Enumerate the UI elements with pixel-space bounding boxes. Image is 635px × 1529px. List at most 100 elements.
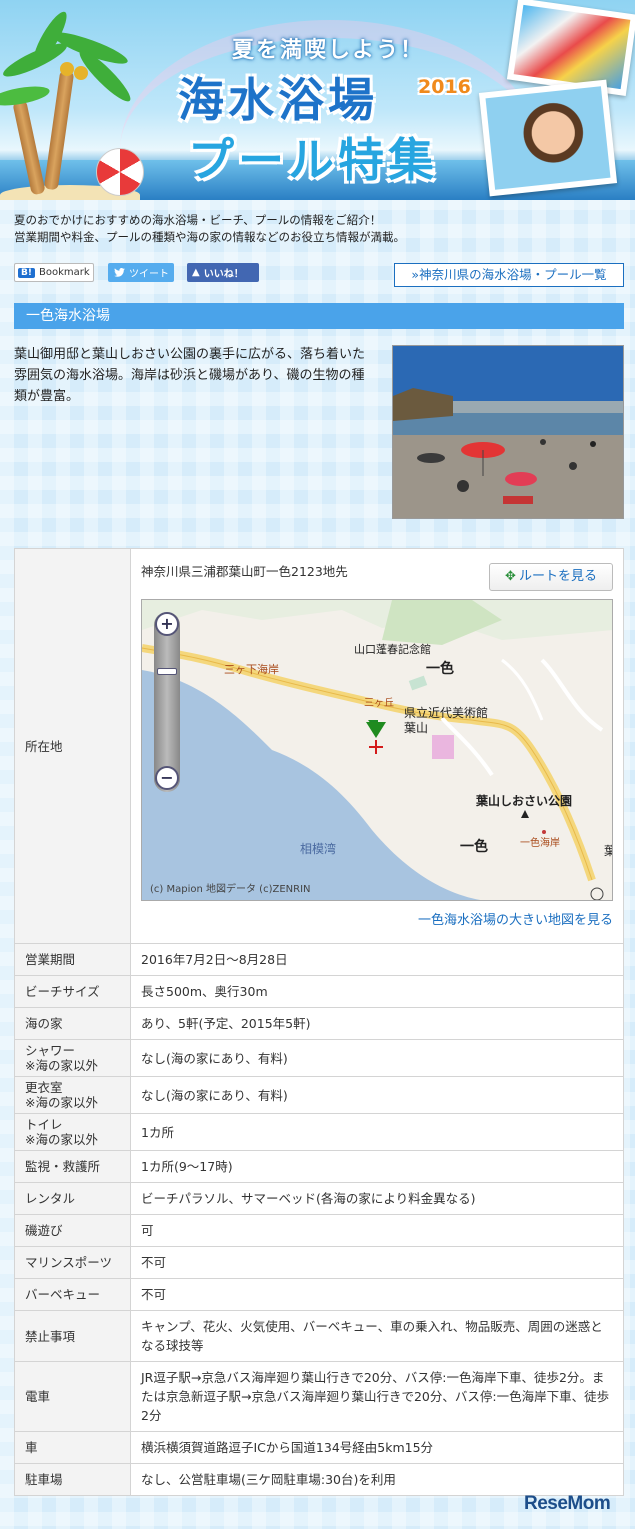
row-value: なし(海の家にあり、有料) [130, 1076, 624, 1114]
table-row: ビーチサイズ 長さ500m、奥行30m [14, 975, 624, 1008]
row-label: 監視・救護所 [14, 1150, 131, 1183]
hatena-icon: B! [18, 267, 35, 278]
row-value: JR逗子駅→京急バス海岸廻り葉山行きで20分、バス停:一色海岸下車、徒歩2分。ま… [130, 1361, 624, 1432]
map-label-isshiki-coast: 一色海岸 [520, 838, 560, 849]
banner-subtitle: 夏を満喫しよう！ [232, 38, 425, 63]
row-value: ビーチパラソル、サマーベッド(各海の家により料金異なる) [130, 1182, 624, 1215]
row-value: 長さ500m、奥行30m [130, 975, 624, 1008]
table-row: 営業期間 2016年7月2日～8月28日 [14, 943, 624, 976]
map-label-isshiki: 一色 [426, 661, 454, 677]
zoom-out-button[interactable]: − [155, 766, 179, 790]
row-label: 海の家 [14, 1007, 131, 1040]
intro-line: 夏のおでかけにおすすめの海水浴場・ビーチ、プールの情報をご紹介！ [14, 213, 382, 227]
beach-photo [392, 345, 624, 519]
facebook-like-button[interactable]: ▲ いいね！ [187, 263, 259, 282]
row-label: 所在地 [14, 548, 131, 944]
table-row: 車 横浜横須賀道路逗子ICから国道134号経由5km15分 [14, 1431, 624, 1464]
zoom-handle[interactable] [157, 668, 177, 675]
row-label: マリンスポーツ [14, 1246, 131, 1279]
like-label: いいね！ [203, 269, 244, 280]
table-row-address: 所在地 神奈川県三浦郡葉山町一色2123地先 ✥ ルートを見る + − 山口蓬春… [14, 548, 624, 944]
row-label: バーベキュー [14, 1278, 131, 1311]
banner-year: 2016 [418, 76, 471, 98]
tweet-label: ツイート [129, 269, 169, 280]
intro-line: 営業期間や料金、プールの種類や海の家の情報などのお役立ち情報が満載。 [14, 230, 405, 244]
row-value: キャンプ、花火、火気使用、バーベキュー、車の乗入れ、物品販売、周囲の迷惑となる球… [130, 1310, 624, 1362]
row-label: 車 [14, 1431, 131, 1464]
row-value: なし、公営駐車場(三ケ岡駐車場:30台)を利用 [130, 1463, 624, 1496]
row-label-text: トイレ [25, 1117, 63, 1132]
table-row: 磯遊び 可 [14, 1214, 624, 1247]
banner-title-line2: プール特集 [188, 133, 438, 187]
route-icon: ✥ [505, 569, 516, 584]
row-label-text: マリンスポーツ [25, 1255, 113, 1270]
banner-title-line1: 海水浴場 [178, 73, 378, 127]
row-value: 横浜横須賀道路逗子ICから国道134号経由5km15分 [130, 1431, 624, 1464]
beach-description: 葉山御用邸と葉山しおさい公園の裏手に広がる、落ち着いた雰囲気の海水浴場。海岸は砂… [14, 347, 366, 404]
row-label-text: 電車 [25, 1389, 51, 1404]
section-title: 一色海水浴場 [14, 303, 624, 329]
map-copyright: (c) Mapion 地図データ (c)ZENRIN [150, 884, 311, 895]
row-label: ビーチサイズ [14, 975, 131, 1008]
route-button-label: ルートを見る [518, 569, 597, 584]
row-label: 磯遊び [14, 1214, 131, 1247]
map-label-museum: 山口蓬春記念館 [354, 643, 431, 656]
row-label: トイレ ※海の家以外 [14, 1113, 131, 1151]
table-row: 電車 JR逗子駅→京急バス海岸廻り葉山行きで20分、バス停:一色海岸下車、徒歩2分… [14, 1361, 624, 1432]
zoom-in-button[interactable]: + [155, 612, 179, 636]
row-label-text: シャワー [25, 1043, 76, 1058]
row-value: 2016年7月2日～8月28日 [130, 943, 624, 976]
row-label: 電車 [14, 1361, 131, 1432]
row-value: あり、5軒(予定、2015年5軒) [130, 1007, 624, 1040]
row-label-text: 監視・救護所 [25, 1159, 101, 1174]
prefecture-list-link[interactable]: »神奈川県の海水浴場・プール一覧 [394, 263, 624, 287]
row-label-note: ※海の家以外 [25, 1095, 98, 1110]
map-label-isshiki-bottom: 一色 [460, 839, 488, 855]
tweet-button[interactable]: ツイート [108, 263, 174, 282]
map-label-bay: 相模湾 [300, 842, 337, 856]
table-row: 駐車場 なし、公営駐車場(三ケ岡駐車場:30台)を利用 [14, 1463, 624, 1496]
row-label-text: 海の家 [25, 1016, 63, 1031]
row-label: 駐車場 [14, 1463, 131, 1496]
row-label-text: 営業期間 [25, 952, 76, 967]
row-label-note: ※海の家以外 [25, 1132, 98, 1147]
map-label-coast: 三ヶ下海岸 [224, 663, 279, 676]
row-value: 不可 [130, 1278, 624, 1311]
child-photo [478, 79, 618, 197]
row-label-text: 禁止事項 [25, 1328, 76, 1344]
row-label: 更衣室 ※海の家以外 [14, 1076, 131, 1114]
row-value: 1カ所 [130, 1113, 624, 1151]
row-label-note: ※海の家以外 [25, 1058, 98, 1073]
table-row: 更衣室 ※海の家以外 なし(海の家にあり、有料) [14, 1076, 624, 1114]
row-label-text: 磯遊び [25, 1223, 63, 1238]
resemom-logo: ReseMom [524, 1493, 611, 1514]
map-label-hayama: 葉山 [404, 721, 429, 735]
bookmark-label: Bookmark [38, 267, 90, 278]
route-button[interactable]: ✥ ルートを見る [489, 563, 613, 591]
large-map-link[interactable]: 一色海水浴場の大きい地図を見る [141, 911, 613, 930]
row-label-text: バーベキュー [25, 1287, 101, 1302]
table-row: トイレ ※海の家以外 1カ所 [14, 1113, 624, 1151]
intro-text: 夏のおでかけにおすすめの海水浴場・ビーチ、プールの情報をご紹介！ 営業期間や料金… [14, 212, 619, 246]
hatena-bookmark-button[interactable]: B! Bookmark [14, 263, 94, 282]
map-label-sangaoka: 三ヶ丘 [364, 698, 394, 709]
beach-info-table: 所在地 神奈川県三浦郡葉山町一色2123地先 ✥ ルートを見る + − 山口蓬春… [14, 548, 624, 1496]
header-banner: 夏を満喫しよう！ 海水浴場 2016 プール特集 [0, 0, 635, 200]
beach-scene-graphic [393, 346, 623, 518]
twitter-bird-icon [114, 268, 125, 277]
thumbs-up-icon: ▲ [192, 267, 200, 278]
table-row: 禁止事項 キャンプ、花火、火気使用、バーベキュー、車の乗入れ、物品販売、周囲の迷惑… [14, 1310, 624, 1362]
table-row: 監視・救護所 1カ所(9～17時) [14, 1150, 624, 1183]
row-label-text: 車 [25, 1440, 38, 1455]
map-widget[interactable]: + − 山口蓬春記念館 一色 三ヶ下海岸 三ヶ丘 県立近代美術館 葉山 葉山しお… [141, 599, 613, 901]
beach-ball [96, 148, 144, 196]
row-label-text: ビーチサイズ [25, 984, 100, 999]
table-row: バーベキュー 不可 [14, 1278, 624, 1311]
row-label-text: 更衣室 [25, 1080, 63, 1095]
row-label-text: レンタル [25, 1191, 76, 1206]
zoom-slider[interactable]: + − [154, 612, 180, 792]
table-row: 海の家 あり、5軒(予定、2015年5軒) [14, 1007, 624, 1040]
coconut [74, 66, 88, 80]
waterslide-photo [506, 0, 635, 96]
table-row: マリンスポーツ 不可 [14, 1246, 624, 1279]
